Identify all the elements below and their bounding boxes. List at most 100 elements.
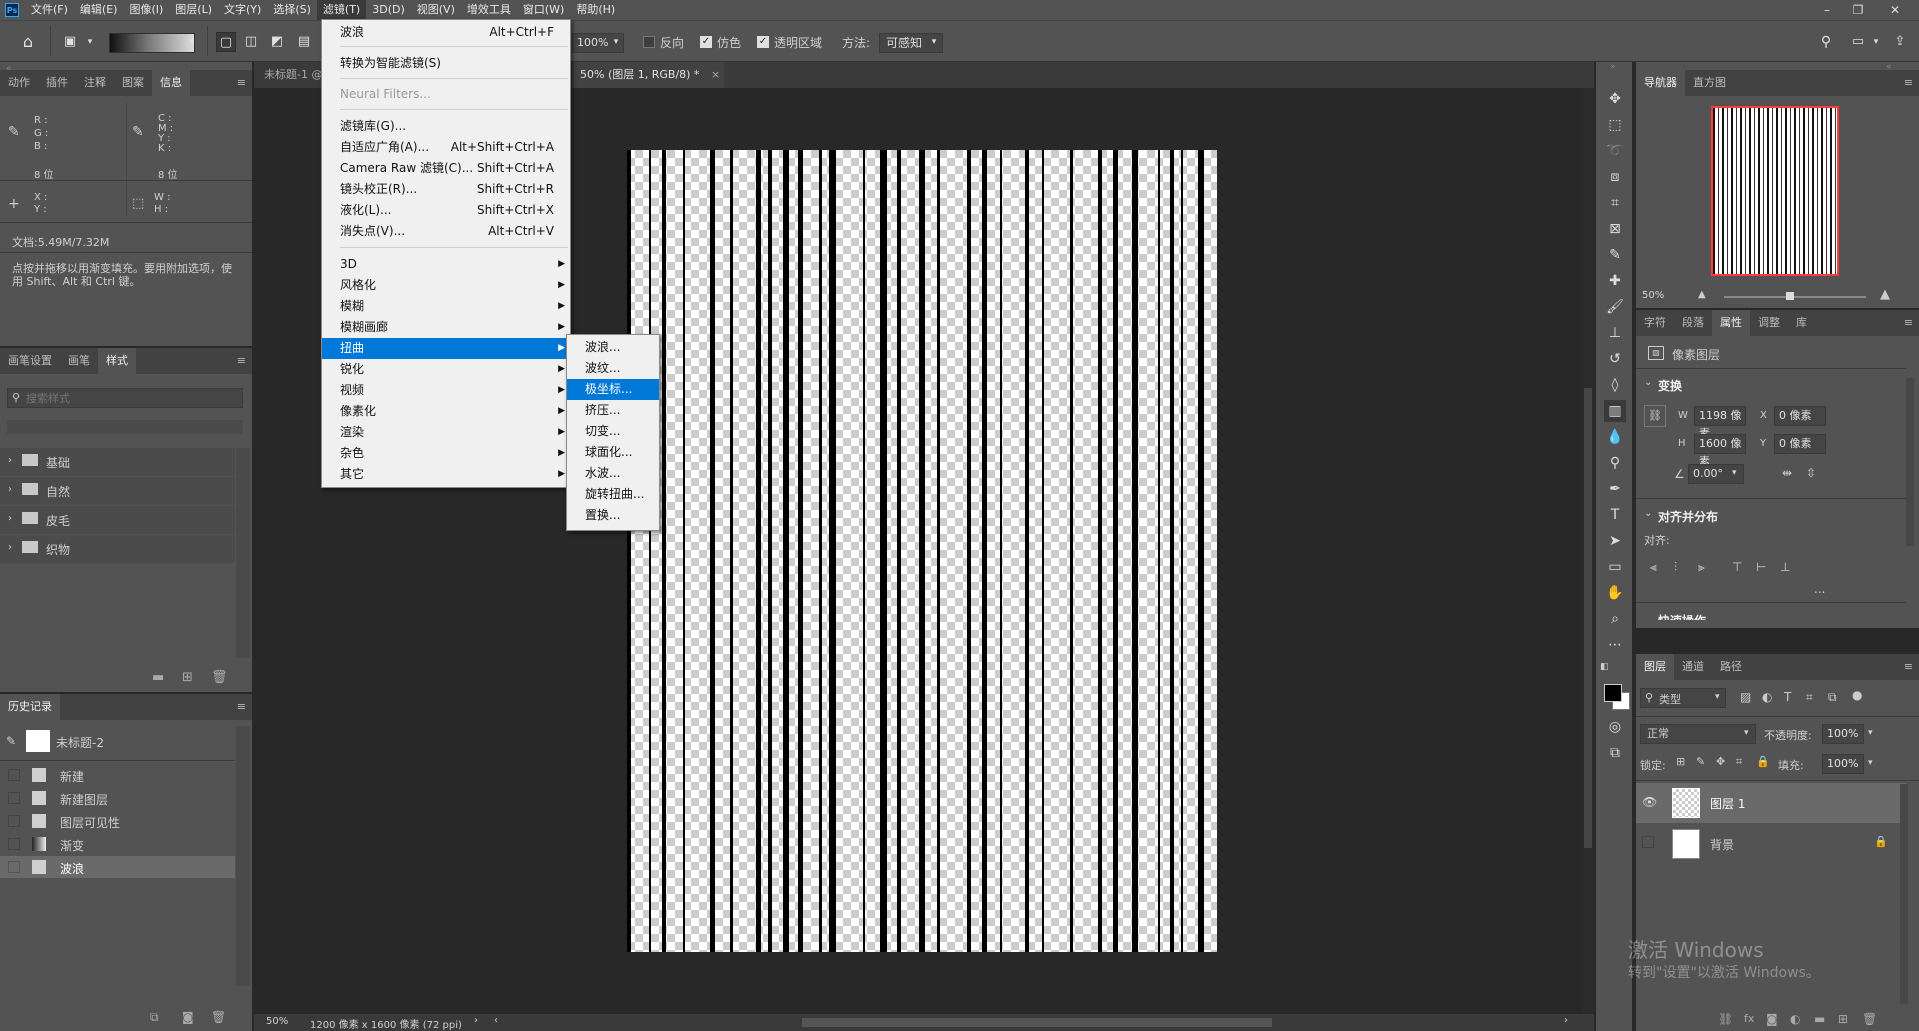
tab-styles[interactable]: 样式 — [98, 348, 136, 374]
fill-input[interactable]: 100% — [1822, 754, 1864, 774]
chevron-left-icon[interactable]: ‹ — [494, 1015, 498, 1026]
blur-tool-icon[interactable]: 💧 — [1604, 426, 1626, 448]
reverse-checkbox[interactable] — [643, 36, 655, 48]
angle-gradient-icon[interactable]: ◩ — [267, 32, 287, 52]
chevron-down-icon[interactable]: ▾ — [80, 32, 100, 52]
lock-artboard-icon[interactable]: ⌗ — [1736, 755, 1742, 769]
align-left-icon[interactable]: ⫷ — [1650, 560, 1657, 575]
tab-paths[interactable]: 路径 — [1712, 654, 1750, 680]
tab-brushes[interactable]: 画笔 — [60, 348, 98, 374]
chevron-down-icon[interactable]: ▾ — [1868, 758, 1873, 768]
menu-layer[interactable]: 图层(L) — [169, 0, 218, 20]
doc-tab-inactive[interactable]: 未标题-1 @ — [254, 62, 324, 88]
new-group-icon[interactable]: ▬ — [152, 670, 164, 685]
y-input[interactable]: 0 像素 — [1774, 434, 1826, 454]
menu-item-distort[interactable]: 扭曲 ▶ — [322, 338, 570, 359]
menu-help[interactable]: 帮助(H) — [570, 0, 621, 20]
history-source-box[interactable] — [8, 861, 20, 873]
style-search-input[interactable] — [26, 390, 236, 406]
document-canvas[interactable] — [627, 150, 1217, 952]
chevron-down-icon[interactable]: ▾ — [606, 32, 626, 52]
menu-plugins[interactable]: 增效工具 — [461, 0, 517, 20]
workspace-icon[interactable]: ▭ — [1848, 32, 1868, 52]
submenu-item-shear[interactable]: 切变... — [567, 421, 659, 442]
close-tab-icon[interactable]: × — [711, 68, 720, 81]
history-item[interactable]: 新建图层 — [0, 787, 235, 809]
brush-tool-icon[interactable]: 🖌 — [1604, 296, 1626, 318]
styles-scrollbar[interactable] — [236, 448, 250, 658]
filter-type-icon[interactable]: T — [1784, 690, 1791, 704]
history-item-selected[interactable]: 波浪 — [0, 856, 235, 878]
zoom-slider-handle[interactable] — [1786, 292, 1794, 300]
chevron-down-icon[interactable]: ▾ — [1732, 468, 1737, 478]
default-colors-icon[interactable]: ◧ — [1600, 662, 1612, 674]
list-item[interactable]: › 皮毛 — [0, 506, 235, 534]
transparency-checkbox[interactable]: ✓ — [757, 36, 769, 48]
status-zoom[interactable]: 50% — [266, 1016, 288, 1027]
tab-actions[interactable]: 动作 — [0, 70, 38, 96]
rectangle-tool-icon[interactable]: ▭ — [1604, 556, 1626, 578]
history-source-box[interactable] — [8, 815, 20, 827]
lock-all-icon[interactable]: 🔒 — [1756, 755, 1770, 768]
foreground-color-swatch[interactable] — [1604, 684, 1622, 702]
horizontal-scroll-thumb[interactable] — [802, 1018, 1272, 1027]
filter-shape-icon[interactable]: ⌗ — [1806, 690, 1813, 705]
menu-edit[interactable]: 编辑(E) — [74, 0, 124, 20]
visibility-box[interactable] — [1642, 836, 1654, 848]
layers-scrollbar[interactable] — [1900, 784, 1908, 1004]
add-mask-icon[interactable]: ◙ — [1766, 1012, 1778, 1026]
menu-item-blur-gallery[interactable]: 模糊画廊 ▶ — [322, 317, 570, 338]
panel-menu-icon[interactable]: ≡ — [237, 354, 246, 367]
menu-window[interactable]: 窗口(W) — [517, 0, 570, 20]
tab-histogram[interactable]: 直方图 — [1685, 70, 1734, 96]
status-doc-info[interactable]: 1200 像素 x 1600 像素 (72 ppi) — [310, 1016, 462, 1031]
layer-row-selected[interactable]: 👁 图层 1 — [1636, 783, 1906, 823]
crop-tool-icon[interactable]: ⌗ — [1604, 192, 1626, 214]
navigator-zoom[interactable]: 50% — [1642, 290, 1664, 301]
menu-item-wave-last[interactable]: 波浪 Alt+Ctrl+F — [322, 22, 570, 43]
menu-item-convert-smart-filter[interactable]: 转换为智能滤镜(S) — [322, 53, 570, 74]
tab-info[interactable]: 信息 — [152, 70, 190, 96]
list-item[interactable]: › 基础 — [0, 448, 235, 476]
quick-mask-icon[interactable]: ◎ — [1604, 716, 1626, 738]
menu-image[interactable]: 图像(I) — [123, 0, 169, 20]
menu-item-stylize[interactable]: 风格化 ▶ — [322, 275, 570, 296]
submenu-item-twirl[interactable]: 旋转扭曲... — [567, 484, 659, 505]
style-search-field[interactable]: ⚲ — [7, 388, 243, 408]
new-document-from-state-icon[interactable]: ⧉ — [150, 1010, 159, 1025]
panel-menu-icon[interactable]: ≡ — [237, 76, 246, 89]
height-input[interactable]: 1600 像素 — [1694, 434, 1746, 468]
history-source-box[interactable] — [8, 792, 20, 804]
menu-item-adaptive-wide-angle[interactable]: 自适应广角(A)... Alt+Shift+Ctrl+A — [322, 137, 570, 158]
lock-transparent-icon[interactable]: ⊞ — [1676, 755, 1685, 768]
align-hcenter-icon[interactable]: ⫶ — [1674, 560, 1677, 575]
submenu-item-ripple[interactable]: 波纹... — [567, 358, 659, 379]
tab-history[interactable]: 历史记录 — [0, 694, 60, 720]
submenu-item-zigzag[interactable]: 水波... — [567, 463, 659, 484]
eraser-tool-icon[interactable]: ◊ — [1604, 374, 1626, 396]
lock-position-icon[interactable]: ✥ — [1716, 755, 1725, 768]
eye-icon[interactable]: 👁 — [1642, 795, 1657, 809]
align-vcenter-icon[interactable]: ⊢ — [1756, 560, 1766, 574]
new-layer-icon[interactable]: ⊞ — [1838, 1012, 1848, 1026]
share-icon[interactable]: ⇪ — [1890, 32, 1910, 52]
layer-name[interactable]: 图层 1 — [1710, 795, 1745, 812]
flip-vertical-icon[interactable]: ⇳ — [1806, 466, 1816, 480]
panel-menu-icon[interactable]: ≡ — [237, 700, 246, 713]
menu-file[interactable]: 文件(F) — [25, 0, 74, 20]
chevron-right-icon[interactable]: › — [8, 455, 12, 466]
home-icon[interactable]: ⌂ — [18, 32, 38, 52]
quick-actions-section-title[interactable]: 快速操作 — [1658, 612, 1706, 620]
menu-3d[interactable]: 3D(D) — [366, 0, 411, 20]
submenu-item-pinch[interactable]: 挤压... — [567, 400, 659, 421]
list-item[interactable]: › 织物 — [0, 535, 235, 563]
healing-brush-icon[interactable]: ✚ — [1604, 270, 1626, 292]
filter-adjustment-icon[interactable]: ◐ — [1762, 690, 1772, 704]
history-source-box[interactable] — [8, 769, 20, 781]
history-item[interactable]: 图层可见性 — [0, 810, 235, 832]
trash-icon[interactable]: 🗑 — [1862, 1012, 1877, 1026]
align-top-icon[interactable]: ⊤ — [1732, 560, 1742, 574]
chevron-right-icon[interactable]: › — [1564, 1015, 1568, 1026]
gradient-tool-icon[interactable]: ▥ — [1604, 400, 1626, 422]
submenu-item-spherize[interactable]: 球面化... — [567, 442, 659, 463]
